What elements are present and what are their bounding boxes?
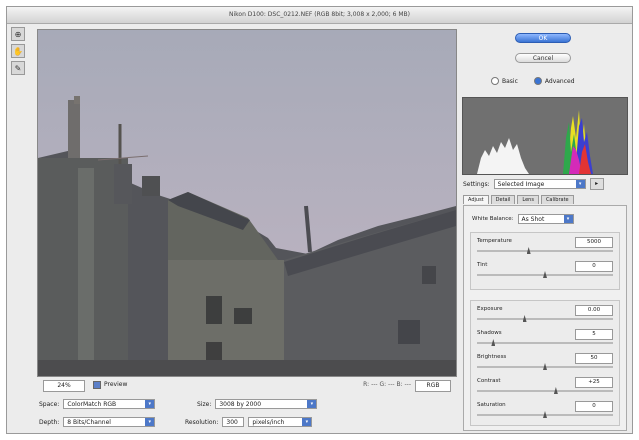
slider-value-field[interactable]: 0.00 [575, 305, 613, 316]
chevron-down-icon: ▾ [563, 215, 573, 223]
resolution-input[interactable]: 300 [222, 417, 245, 427]
preview-label: Preview [104, 381, 128, 388]
advanced-radio[interactable]: Advanced [533, 77, 575, 85]
slider-saturation: Saturation 0 [475, 401, 615, 423]
hand-icon[interactable]: ✋ [11, 44, 25, 58]
slider-track[interactable] [477, 250, 613, 252]
tab-bar: Adjust Detail Lens Calibrate [463, 195, 574, 204]
histogram-graph [477, 110, 593, 174]
slider-contrast: Contrast +25 [475, 377, 615, 399]
histogram [462, 97, 628, 175]
preview-toggle[interactable]: Preview [93, 380, 127, 390]
slider-value-field[interactable]: 5 [575, 329, 613, 340]
preview-photo [38, 30, 456, 376]
slider-temperature: Temperature 5000 [475, 237, 615, 259]
settings-select[interactable]: Selected Image ▾ [493, 179, 586, 189]
slider-value-field[interactable]: 0 [575, 401, 613, 412]
size-row: Size: 3008 by 2000 ▾ [197, 399, 318, 409]
preview-controls: 24% Preview R: --- G: --- B: --- RGB [37, 379, 455, 393]
rgb-readout: R: --- G: --- B: --- [363, 381, 411, 388]
advanced-label: Advanced [544, 77, 575, 85]
resolution-label: Resolution: [185, 418, 219, 426]
space-row: Space: ColorMatch RGB ▾ [39, 399, 156, 409]
white-balance-label: White Balance: [472, 216, 514, 222]
mode-selector: Basic Advanced [491, 77, 575, 85]
slider-tint: Tint 0 [475, 261, 615, 283]
settings-row: Settings: Selected Image ▾ ▸ [459, 177, 629, 191]
chevron-down-icon: ▾ [302, 418, 312, 426]
tab-adjust[interactable]: Adjust [463, 195, 489, 204]
tab-lens[interactable]: Lens [517, 195, 539, 204]
ok-button[interactable]: OK [515, 33, 571, 43]
size-label: Size: [197, 400, 212, 408]
window-title: Nikon D100: DSC_0212.NEF (RGB 8bit; 3,00… [7, 7, 632, 24]
basic-radio[interactable]: Basic [491, 77, 518, 85]
slider-shadows: Shadows 5 [475, 329, 615, 351]
preview-checkbox[interactable] [93, 381, 101, 389]
slider-label: Temperature [477, 238, 512, 244]
slider-label: Tint [477, 262, 488, 268]
slider-value-field[interactable]: 5000 [575, 237, 613, 248]
slider-track[interactable] [477, 318, 613, 320]
image-preview[interactable] [37, 29, 457, 377]
depth-row: Depth: 8 Bits/Channel ▾ [39, 417, 156, 427]
slider-label: Contrast [477, 378, 501, 384]
chevron-down-icon: ▾ [575, 180, 585, 188]
settings-label: Settings: [463, 180, 490, 188]
slider-value-field[interactable]: +25 [575, 377, 613, 388]
zoom-level-select[interactable]: 24% [43, 380, 85, 392]
adjust-panel: White Balance: As Shot ▾ Temperature 5000… [463, 205, 627, 431]
settings-value: Selected Image [497, 181, 545, 188]
tab-detail[interactable]: Detail [490, 195, 516, 204]
chevron-down-icon: ▾ [307, 400, 317, 408]
eyedropper-icon[interactable]: ✎ [11, 61, 25, 75]
size-value: 3008 by 2000 [219, 401, 262, 408]
white-balance-value: As Shot [521, 216, 545, 223]
radio-dot [491, 77, 499, 85]
slider-track[interactable] [477, 342, 613, 344]
chevron-down-icon: ▾ [145, 418, 155, 426]
rgb-mode-select[interactable]: RGB [415, 380, 451, 392]
basic-label: Basic [502, 77, 518, 85]
workflow-options: Space: ColorMatch RGB ▾ Depth: 8 Bits/Ch… [37, 393, 455, 433]
slider-track[interactable] [477, 390, 613, 392]
slider-value-field[interactable]: 0 [575, 261, 613, 272]
resolution-unit-select[interactable]: pixels/inch ▾ [248, 417, 313, 427]
settings-menu-icon[interactable]: ▸ [589, 178, 604, 190]
white-balance-row: White Balance: As Shot ▾ [472, 214, 574, 224]
tone-group: Exposure 0.00 Shadows 5 Brightness 50 Contrast… [470, 300, 620, 426]
slider-label: Exposure [477, 306, 503, 312]
zoom-icon[interactable]: ⊕ [11, 27, 25, 41]
settings-panel: OK Cancel Basic Advanced Settings: Selec… [459, 25, 629, 431]
slider-brightness: Brightness 50 [475, 353, 615, 375]
white-balance-select[interactable]: As Shot ▾ [517, 214, 574, 224]
space-label: Space: [39, 400, 60, 408]
slider-exposure: Exposure 0.00 [475, 305, 615, 327]
space-value: ColorMatch RGB [67, 401, 117, 408]
cancel-button[interactable]: Cancel [515, 53, 571, 63]
resolution-unit: pixels/inch [252, 419, 285, 426]
size-select[interactable]: 3008 by 2000 ▾ [215, 399, 318, 409]
camera-raw-dialog: Nikon D100: DSC_0212.NEF (RGB 8bit; 3,00… [6, 6, 633, 434]
space-select[interactable]: ColorMatch RGB ▾ [63, 399, 156, 409]
depth-value: 8 Bits/Channel [67, 419, 111, 426]
tab-calibrate[interactable]: Calibrate [540, 195, 574, 204]
white-balance-group: Temperature 5000 Tint 0 [470, 232, 620, 290]
slider-value-field[interactable]: 50 [575, 353, 613, 364]
resolution-value: 300 [226, 419, 238, 426]
slider-label: Shadows [477, 330, 502, 336]
depth-select[interactable]: 8 Bits/Channel ▾ [63, 417, 156, 427]
resolution-row: Resolution: 300 pixels/inch ▾ [185, 417, 313, 427]
slider-label: Saturation [477, 402, 506, 408]
radio-dot [533, 77, 542, 85]
depth-label: Depth: [39, 418, 60, 426]
chevron-down-icon: ▾ [145, 400, 155, 408]
toolbar: ⊕ ✋ ✎ [11, 27, 27, 78]
slider-label: Brightness [477, 354, 507, 360]
